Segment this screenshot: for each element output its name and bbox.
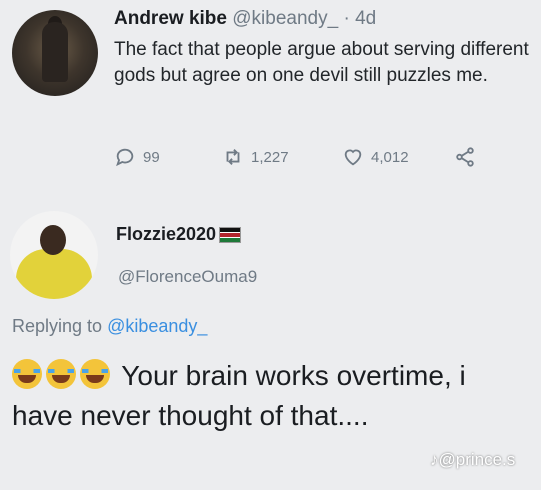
tweet-header: Andrew kibe @kibeandy_ · 4d <box>114 8 376 30</box>
tiktok-icon: ♪ <box>430 450 439 469</box>
tweet-actions: 99 1,227 4,012 <box>114 146 514 170</box>
reply-author-handle[interactable]: @FlorenceOuma9 <box>118 267 257 287</box>
replying-prefix: Replying to <box>12 316 103 336</box>
kenya-flag-icon <box>219 226 242 243</box>
reply-author-avatar[interactable] <box>10 211 98 299</box>
like-count: 4,012 <box>371 148 409 166</box>
share-icon <box>456 147 474 167</box>
reply-author-name-row: Flozzie2020 <box>116 224 242 245</box>
watermark-text: @prince.s <box>438 450 516 469</box>
retweet-icon <box>226 149 240 165</box>
author-name[interactable]: Andrew kibe <box>114 8 227 29</box>
like-icon <box>344 149 362 166</box>
retweet-action[interactable]: 1,227 <box>222 146 289 168</box>
author-avatar[interactable] <box>12 10 98 96</box>
replying-to-handle[interactable]: @kibeandy_ <box>107 316 207 336</box>
author-handle[interactable]: @kibeandy_ <box>232 8 338 29</box>
laughing-emoji-icon <box>80 359 110 389</box>
reply-count: 99 <box>143 148 160 166</box>
reply-author-name[interactable]: Flozzie2020 <box>116 224 216 245</box>
laughing-emoji-icon <box>12 359 42 389</box>
share-action[interactable] <box>454 146 476 168</box>
reply-text-block: Your brain works overtime, i have never … <box>12 356 532 436</box>
watermark: ♪@prince.s <box>430 450 515 470</box>
laughing-emoji-icon <box>46 359 76 389</box>
like-action[interactable]: 4,012 <box>342 146 409 168</box>
reply-icon <box>116 148 134 167</box>
tweet-text: The fact that people argue about serving… <box>114 39 529 86</box>
tweet-time: · 4d <box>343 8 377 29</box>
reply-action[interactable]: 99 <box>114 146 160 168</box>
replying-to: Replying to @kibeandy_ <box>12 316 207 337</box>
retweet-count: 1,227 <box>251 148 289 166</box>
